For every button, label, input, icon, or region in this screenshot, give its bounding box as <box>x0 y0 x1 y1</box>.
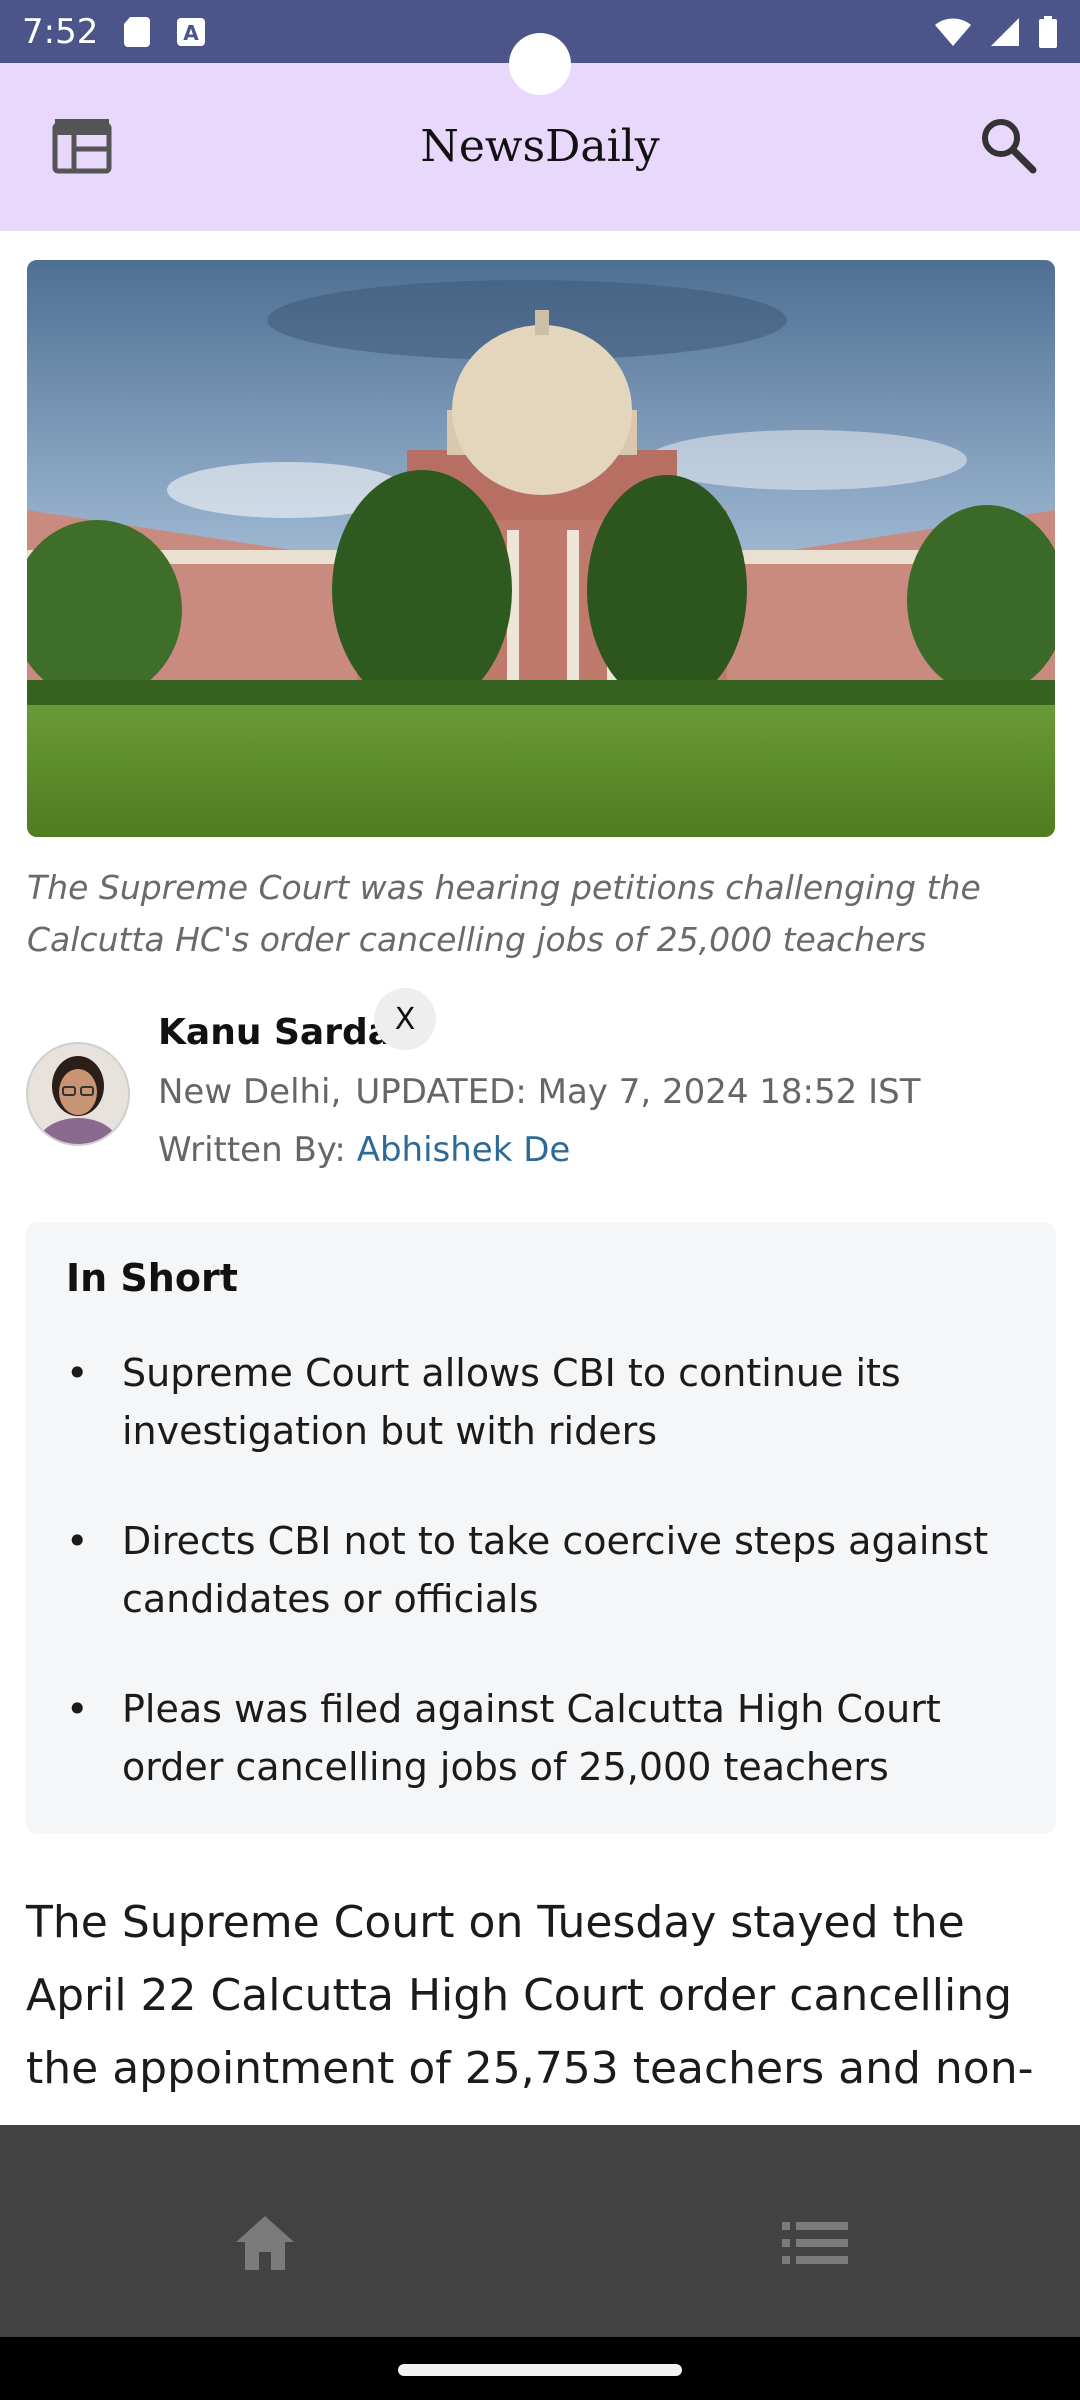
in-short-item: • Supreme Court allows CBI to continue i… <box>66 1344 1026 1460</box>
author-name[interactable]: Kanu Sarda <box>158 1012 392 1053</box>
article-body: The Supreme Court on Tuesday stayed the … <box>26 1897 1034 2094</box>
wifi-icon <box>935 17 971 46</box>
status-time: 7:52 <box>22 11 99 52</box>
camera-cutout <box>509 33 571 95</box>
in-short-item-text: Supreme Court allows CBI to continue its… <box>122 1351 901 1453</box>
svg-text:A: A <box>184 21 200 45</box>
bullet-icon: • <box>66 1687 89 1731</box>
home-icon[interactable] <box>232 2210 298 2276</box>
app-title: NewsDaily <box>420 121 660 172</box>
sd-card-icon <box>124 16 151 47</box>
author-portrait <box>28 1044 128 1144</box>
gesture-handle[interactable] <box>398 2364 682 2376</box>
x-social-icon[interactable]: X <box>374 988 436 1050</box>
app-a-icon: A <box>177 17 206 46</box>
written-by-label: Written By: <box>158 1130 346 1170</box>
in-short-item-text: Directs CBI not to take coercive steps a… <box>122 1519 989 1621</box>
location: New Delhi, <box>158 1072 342 1112</box>
image-caption: The Supreme Court was hearing petitions … <box>27 868 981 959</box>
dateline: New Delhi, UPDATED: May 7, 2024 18:52 IST <box>158 1072 920 1112</box>
in-short-item: • Pleas was filed against Calcutta High … <box>66 1680 1026 1796</box>
article-hero-image <box>27 260 1055 837</box>
x-icon-label: X <box>394 1001 416 1037</box>
search-icon[interactable] <box>978 115 1038 175</box>
in-short-box: In Short • Supreme Court allows CBI to c… <box>26 1222 1056 1834</box>
battery-icon <box>1039 15 1057 48</box>
list-icon[interactable] <box>780 2210 852 2276</box>
bottom-navigation <box>0 2125 1080 2337</box>
in-short-item: • Directs CBI not to take coercive steps… <box>66 1512 1026 1628</box>
in-short-item-text: Pleas was filed against Calcutta High Co… <box>122 1687 941 1789</box>
bullet-icon: • <box>66 1519 89 1563</box>
author-avatar[interactable] <box>26 1042 130 1146</box>
written-by: Written By: Abhishek De <box>158 1130 570 1170</box>
updated-timestamp: UPDATED: May 7, 2024 18:52 IST <box>355 1072 921 1112</box>
bullet-icon: • <box>66 1351 89 1395</box>
supreme-court-building-image <box>27 260 1055 837</box>
signal-icon <box>991 17 1019 46</box>
in-short-title: In Short <box>66 1256 238 1300</box>
writer-link[interactable]: Abhishek De <box>357 1130 571 1170</box>
